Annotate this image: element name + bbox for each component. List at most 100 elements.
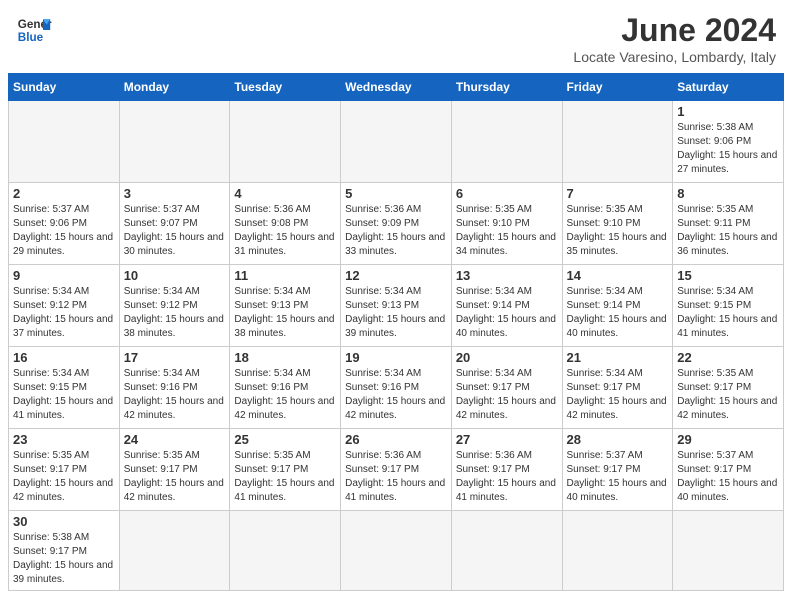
day-info: Sunrise: 5:34 AM Sunset: 9:16 PM Dayligh… [124, 367, 226, 423]
calendar-cell [451, 101, 562, 183]
calendar-cell: 19 Sunrise: 5:34 AM Sunset: 9:16 PM Dayli… [341, 347, 452, 429]
day-number: 1 [677, 104, 779, 119]
day-info: Sunrise: 5:36 AM Sunset: 9:09 PM Dayligh… [345, 203, 447, 259]
day-info: Sunrise: 5:35 AM Sunset: 9:11 PM Dayligh… [677, 203, 779, 259]
col-sunday: Sunday [9, 74, 120, 101]
col-friday: Friday [562, 74, 673, 101]
calendar-cell: 27 Sunrise: 5:36 AM Sunset: 9:17 PM Dayli… [451, 429, 562, 511]
calendar-cell [119, 511, 230, 591]
day-info: Sunrise: 5:37 AM Sunset: 9:17 PM Dayligh… [567, 449, 669, 505]
day-number: 2 [13, 186, 115, 201]
day-number: 4 [234, 186, 336, 201]
header-row: Sunday Monday Tuesday Wednesday Thursday… [9, 74, 784, 101]
svg-text:Blue: Blue [18, 31, 44, 44]
calendar-cell: 28Sunrise: 5:37 AM Sunset: 9:17 PM Dayli… [562, 429, 673, 511]
col-saturday: Saturday [673, 74, 784, 101]
calendar-cell: 21Sunrise: 5:34 AM Sunset: 9:17 PM Dayli… [562, 347, 673, 429]
calendar-cell: 10 Sunrise: 5:34 AM Sunset: 9:12 PM Dayli… [119, 265, 230, 347]
calendar-cell: 2 Sunrise: 5:37 AM Sunset: 9:06 PM Daylig… [9, 183, 120, 265]
day-info: Sunrise: 5:34 AM Sunset: 9:17 PM Dayligh… [456, 367, 558, 423]
col-tuesday: Tuesday [230, 74, 341, 101]
day-number: 17 [124, 350, 226, 365]
day-info: Sunrise: 5:34 AM Sunset: 9:12 PM Dayligh… [124, 285, 226, 341]
calendar-title: June 2024 [573, 12, 776, 49]
calendar-cell: 4 Sunrise: 5:36 AM Sunset: 9:08 PM Daylig… [230, 183, 341, 265]
calendar-cell: 8 Sunrise: 5:35 AM Sunset: 9:11 PM Daylig… [673, 183, 784, 265]
day-info: Sunrise: 5:37 AM Sunset: 9:06 PM Dayligh… [13, 203, 115, 259]
calendar-subtitle: Locate Varesino, Lombardy, Italy [573, 49, 776, 65]
day-info: Sunrise: 5:35 AM Sunset: 9:17 PM Dayligh… [124, 449, 226, 505]
day-number: 8 [677, 186, 779, 201]
calendar-cell [451, 511, 562, 591]
day-info: Sunrise: 5:34 AM Sunset: 9:14 PM Dayligh… [456, 285, 558, 341]
day-number: 29 [677, 432, 779, 447]
day-number: 9 [13, 268, 115, 283]
week-row-4: 23Sunrise: 5:35 AM Sunset: 9:17 PM Dayli… [9, 429, 784, 511]
day-number: 18 [234, 350, 336, 365]
day-info: Sunrise: 5:38 AM Sunset: 9:06 PM Dayligh… [677, 121, 779, 177]
calendar-cell: 29 Sunrise: 5:37 AM Sunset: 9:17 PM Dayli… [673, 429, 784, 511]
day-number: 22 [677, 350, 779, 365]
day-info: Sunrise: 5:36 AM Sunset: 9:17 PM Dayligh… [345, 449, 447, 505]
day-info: Sunrise: 5:36 AM Sunset: 9:08 PM Dayligh… [234, 203, 336, 259]
day-info: Sunrise: 5:34 AM Sunset: 9:15 PM Dayligh… [13, 367, 115, 423]
day-info: Sunrise: 5:35 AM Sunset: 9:17 PM Dayligh… [13, 449, 115, 505]
calendar-cell: 18 Sunrise: 5:34 AM Sunset: 9:16 PM Dayli… [230, 347, 341, 429]
calendar-cell [230, 511, 341, 591]
calendar-cell: 22 Sunrise: 5:35 AM Sunset: 9:17 PM Dayli… [673, 347, 784, 429]
day-info: Sunrise: 5:35 AM Sunset: 9:17 PM Dayligh… [677, 367, 779, 423]
day-number: 10 [124, 268, 226, 283]
calendar-cell: 3Sunrise: 5:37 AM Sunset: 9:07 PM Daylig… [119, 183, 230, 265]
day-number: 30 [13, 514, 115, 529]
day-number: 15 [677, 268, 779, 283]
day-info: Sunrise: 5:35 AM Sunset: 9:10 PM Dayligh… [456, 203, 558, 259]
calendar-cell [119, 101, 230, 183]
day-number: 19 [345, 350, 447, 365]
calendar-cell: 20 Sunrise: 5:34 AM Sunset: 9:17 PM Dayli… [451, 347, 562, 429]
col-wednesday: Wednesday [341, 74, 452, 101]
day-number: 26 [345, 432, 447, 447]
day-info: Sunrise: 5:34 AM Sunset: 9:16 PM Dayligh… [234, 367, 336, 423]
calendar-cell: 24 Sunrise: 5:35 AM Sunset: 9:17 PM Dayli… [119, 429, 230, 511]
day-info: Sunrise: 5:34 AM Sunset: 9:13 PM Dayligh… [234, 285, 336, 341]
calendar-cell [341, 511, 452, 591]
calendar-table: Sunday Monday Tuesday Wednesday Thursday… [8, 73, 784, 591]
day-info: Sunrise: 5:35 AM Sunset: 9:10 PM Dayligh… [567, 203, 669, 259]
calendar-cell: 26 Sunrise: 5:36 AM Sunset: 9:17 PM Dayli… [341, 429, 452, 511]
calendar-cell: 25 Sunrise: 5:35 AM Sunset: 9:17 PM Dayli… [230, 429, 341, 511]
calendar-cell: 16 Sunrise: 5:34 AM Sunset: 9:15 PM Dayli… [9, 347, 120, 429]
page-header: General Blue June 2024 Locate Varesino, … [0, 0, 792, 73]
calendar-cell [341, 101, 452, 183]
day-info: Sunrise: 5:37 AM Sunset: 9:17 PM Dayligh… [677, 449, 779, 505]
day-number: 6 [456, 186, 558, 201]
calendar-cell: 7Sunrise: 5:35 AM Sunset: 9:10 PM Daylig… [562, 183, 673, 265]
day-info: Sunrise: 5:35 AM Sunset: 9:17 PM Dayligh… [234, 449, 336, 505]
calendar-cell: 6 Sunrise: 5:35 AM Sunset: 9:10 PM Daylig… [451, 183, 562, 265]
week-row-5: 30 Sunrise: 5:38 AM Sunset: 9:17 PM Dayli… [9, 511, 784, 591]
calendar-cell: 9 Sunrise: 5:34 AM Sunset: 9:12 PM Daylig… [9, 265, 120, 347]
day-number: 27 [456, 432, 558, 447]
day-info: Sunrise: 5:34 AM Sunset: 9:16 PM Dayligh… [345, 367, 447, 423]
day-info: Sunrise: 5:36 AM Sunset: 9:17 PM Dayligh… [456, 449, 558, 505]
day-number: 24 [124, 432, 226, 447]
day-number: 20 [456, 350, 558, 365]
calendar-cell: 12Sunrise: 5:34 AM Sunset: 9:13 PM Dayli… [341, 265, 452, 347]
day-number: 13 [456, 268, 558, 283]
calendar-cell: 23Sunrise: 5:35 AM Sunset: 9:17 PM Dayli… [9, 429, 120, 511]
calendar-cell: 13 Sunrise: 5:34 AM Sunset: 9:14 PM Dayli… [451, 265, 562, 347]
day-info: Sunrise: 5:34 AM Sunset: 9:14 PM Dayligh… [567, 285, 669, 341]
col-monday: Monday [119, 74, 230, 101]
day-info: Sunrise: 5:34 AM Sunset: 9:12 PM Dayligh… [13, 285, 115, 341]
day-number: 11 [234, 268, 336, 283]
day-number: 25 [234, 432, 336, 447]
week-row-1: 2 Sunrise: 5:37 AM Sunset: 9:06 PM Daylig… [9, 183, 784, 265]
calendar-cell [562, 511, 673, 591]
day-number: 16 [13, 350, 115, 365]
week-row-0: 1 Sunrise: 5:38 AM Sunset: 9:06 PM Daylig… [9, 101, 784, 183]
col-thursday: Thursday [451, 74, 562, 101]
day-info: Sunrise: 5:34 AM Sunset: 9:15 PM Dayligh… [677, 285, 779, 341]
week-row-2: 9 Sunrise: 5:34 AM Sunset: 9:12 PM Daylig… [9, 265, 784, 347]
calendar-cell [230, 101, 341, 183]
day-info: Sunrise: 5:37 AM Sunset: 9:07 PM Dayligh… [124, 203, 226, 259]
day-info: Sunrise: 5:38 AM Sunset: 9:17 PM Dayligh… [13, 531, 115, 587]
